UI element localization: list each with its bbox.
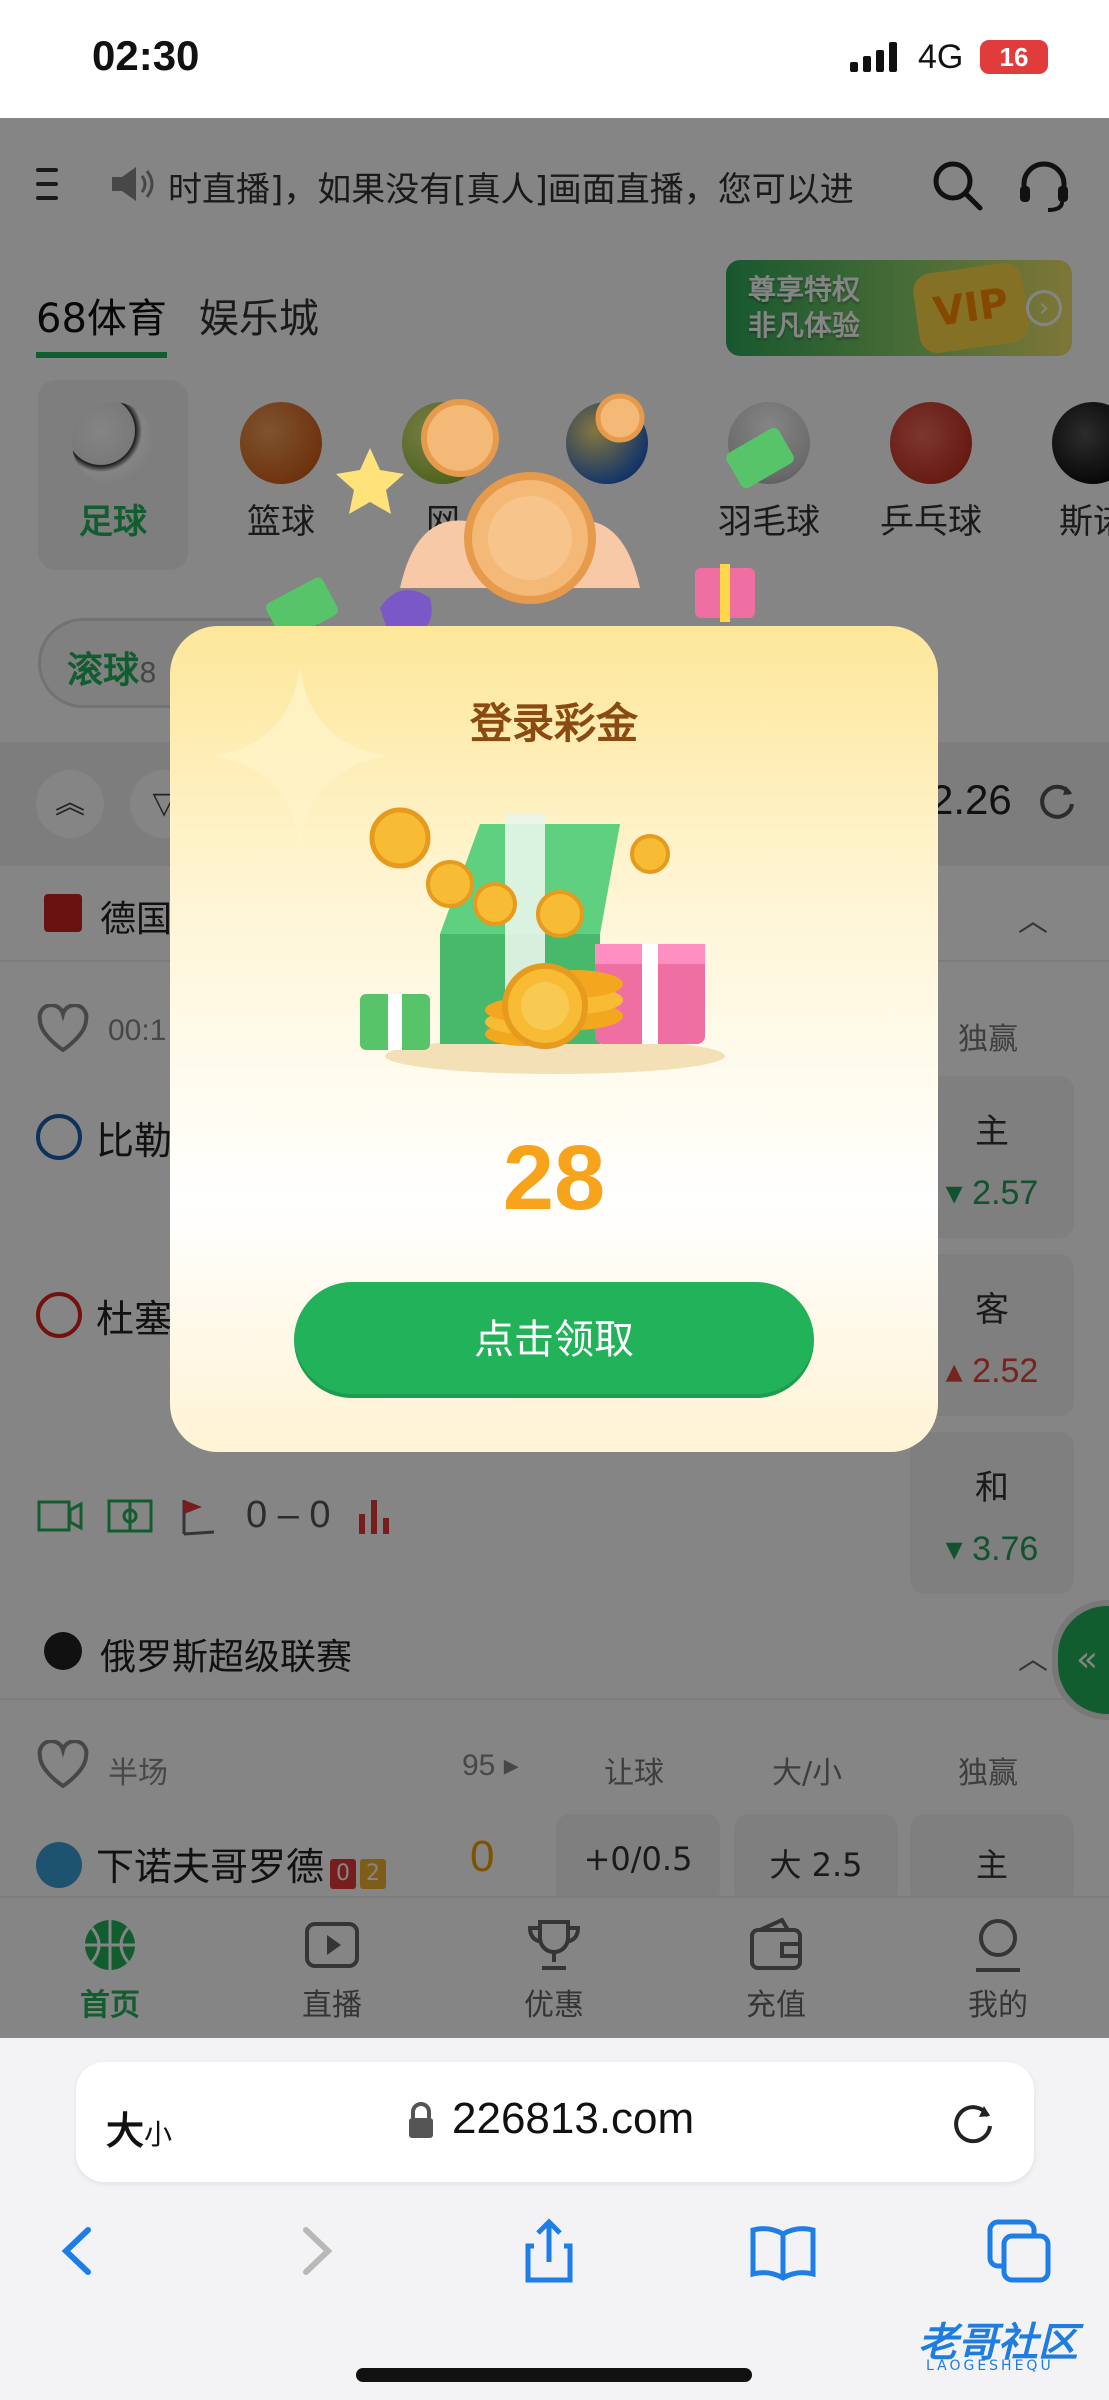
status-bar: 02:30 4G 16 [0, 0, 1109, 118]
lock-icon [409, 2102, 433, 2138]
forward-icon[interactable] [280, 2216, 350, 2286]
modal-title: 登录彩金 [469, 699, 638, 748]
watermark-subtext: LAOGESHEQU [926, 2358, 1054, 2374]
bookmarks-icon[interactable] [748, 2216, 818, 2286]
treasure-gift-illustration [360, 807, 725, 1074]
text-size-button[interactable]: 大小 [106, 2100, 172, 2155]
watermark-logo: 老哥社区 LAOGESHEQU [870, 2300, 1100, 2380]
battery-icon: 16 [980, 40, 1048, 74]
signal-icon [850, 42, 897, 72]
share-icon[interactable] [514, 2216, 584, 2286]
bonus-amount: 28 [502, 1127, 606, 1229]
hands-holding-coin-illustration [266, 393, 794, 641]
network-type: 4G [918, 38, 964, 76]
tabs-icon[interactable] [984, 2216, 1054, 2286]
reload-icon[interactable] [948, 2096, 998, 2146]
login-bonus-modal: 登录彩金 28 点击领取 [170, 626, 938, 1452]
url-text[interactable]: 226813.com [452, 2094, 694, 2144]
back-icon[interactable] [44, 2216, 114, 2286]
claim-button[interactable]: 点击领取 [294, 1282, 814, 1398]
address-bar[interactable]: 大小 226813.com [76, 2062, 1034, 2182]
status-time: 02:30 [92, 32, 200, 79]
home-indicator [356, 2368, 752, 2382]
